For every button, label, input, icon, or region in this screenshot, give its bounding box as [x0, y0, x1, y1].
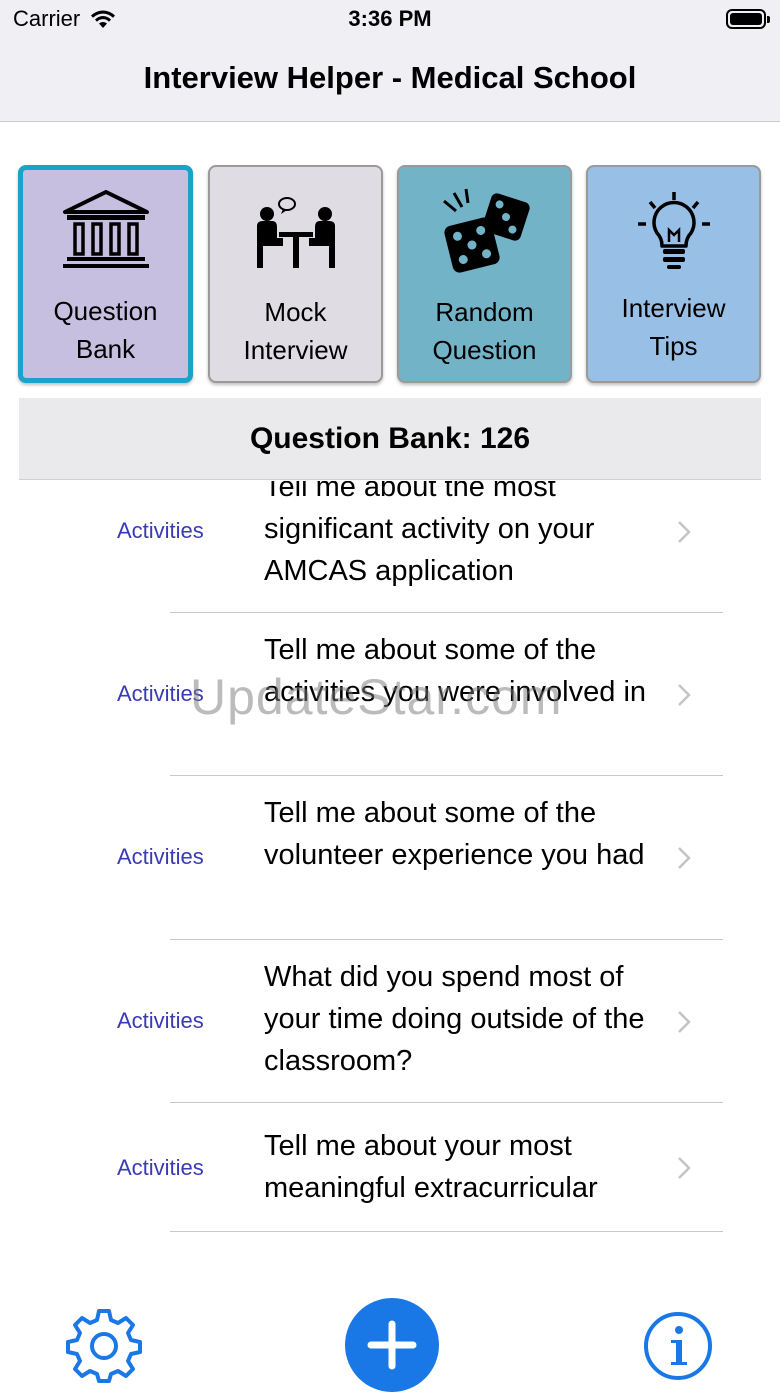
mock-interview-tile[interactable]: Mock Interview — [208, 165, 383, 383]
question-bank-tile[interactable]: Question Bank — [18, 165, 193, 383]
question-category: Activities — [117, 1008, 204, 1033]
status-time: 3:36 PM — [348, 6, 432, 31]
mode-tiles: Question Bank Mock Interview Random Ques… — [18, 165, 762, 383]
mock-interview-label: Mock Interview — [243, 297, 348, 365]
battery-icon — [726, 9, 770, 29]
question-bank-header: Question Bank: 126 — [19, 398, 761, 480]
question-category: Activities — [117, 844, 204, 869]
question-list[interactable]: Activities Tell me about the most signif… — [19, 481, 761, 1241]
chevron-right-icon — [678, 847, 691, 869]
interview-tips-label: Interview Tips — [621, 293, 726, 361]
question-bank-label: Question Bank — [53, 296, 158, 364]
question-text: Tell me about some of the activities you… — [264, 634, 647, 708]
page-title: Interview Helper - Medical School — [143, 60, 637, 95]
bank-building-icon — [62, 190, 149, 268]
list-item[interactable]: Activities Tell me about the most signif… — [19, 481, 761, 613]
question-category: Activities — [117, 1155, 204, 1180]
chevron-right-icon — [678, 1157, 691, 1179]
navigation-bar: Interview Helper - Medical School — [0, 40, 780, 122]
info-icon[interactable] — [642, 1310, 714, 1382]
lightbulb-icon — [637, 192, 710, 269]
gear-icon[interactable] — [66, 1307, 142, 1383]
question-text: Tell me about your most meaningful extra… — [264, 1130, 598, 1204]
interview-tips-tile[interactable]: Interview Tips — [586, 165, 761, 383]
chevron-right-icon — [678, 684, 691, 706]
question-category: Activities — [117, 681, 204, 706]
dice-icon — [442, 188, 530, 273]
random-question-tile[interactable]: Random Question — [397, 165, 572, 383]
question-text: What did you spend most of your time doi… — [264, 961, 645, 1077]
question-text: Tell me about some of the volunteer expe… — [264, 797, 645, 871]
random-question-label: Random Question — [432, 297, 537, 365]
interview-people-icon — [256, 197, 335, 268]
question-text: Tell me about the most significant activ… — [264, 481, 595, 587]
list-item[interactable]: Activities Tell me about some of the vol… — [19, 776, 761, 940]
add-button[interactable] — [345, 1298, 439, 1392]
list-item[interactable]: Activities Tell me about your most meani… — [19, 1103, 761, 1232]
list-item[interactable]: Activities Tell me about some of the act… — [19, 613, 761, 776]
chevron-right-icon — [678, 1011, 691, 1033]
chevron-right-icon — [678, 521, 691, 543]
plus-icon — [367, 1320, 417, 1370]
question-category: Activities — [117, 518, 204, 543]
status-bar: Carrier 3:36 PM — [0, 0, 780, 40]
list-item[interactable]: Activities What did you spend most of yo… — [19, 940, 761, 1103]
